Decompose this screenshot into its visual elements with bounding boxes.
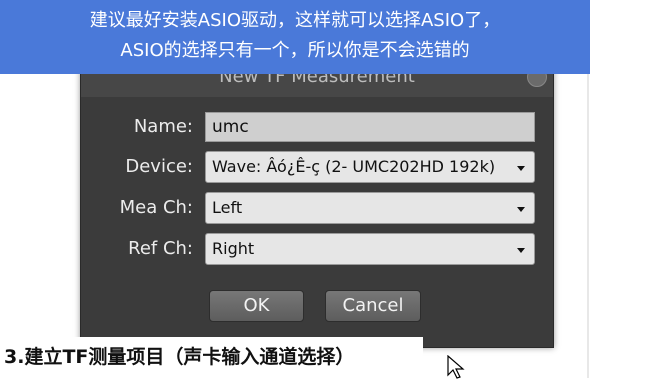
name-input[interactable]: umc — [205, 112, 535, 142]
mea-ch-value: Left — [212, 198, 243, 217]
mouse-cursor-icon — [447, 355, 465, 379]
device-value: Wave: Âó¿Ê-ç (2- UMC202HD 192k) — [212, 157, 496, 176]
name-label: Name: — [133, 116, 193, 137]
chevron-down-icon — [517, 207, 525, 212]
ref-ch-row: Ref Ch: Right — [81, 232, 553, 266]
ref-ch-select[interactable]: Right — [205, 233, 535, 265]
ref-ch-value: Right — [212, 239, 255, 258]
chevron-down-icon — [517, 248, 525, 253]
mea-ch-label: Mea Ch: — [119, 197, 193, 218]
new-tf-measurement-dialog: New TF Measurement Name: umc Device: Wav… — [80, 56, 554, 348]
cancel-button[interactable]: Cancel — [325, 290, 421, 322]
banner-line-2: ASIO的选择只有一个，所以你是不会选错的 — [120, 40, 470, 61]
mea-ch-select[interactable]: Left — [205, 192, 535, 224]
ok-button[interactable]: OK — [209, 290, 304, 322]
name-row: Name: umc — [81, 110, 553, 144]
device-select[interactable]: Wave: Âó¿Ê-ç (2- UMC202HD 192k) — [205, 151, 535, 183]
device-row: Device: Wave: Âó¿Ê-ç (2- UMC202HD 192k) — [81, 150, 553, 184]
step-caption: 3.建立TF测量项目（声卡输入通道选择） — [0, 337, 423, 378]
ref-ch-label: Ref Ch: — [128, 238, 193, 259]
mea-ch-row: Mea Ch: Left — [81, 191, 553, 225]
subtitle-banner: 建议最好安装ASIO驱动，这样就可以选择ASIO了， ASIO的选择只有一个，所… — [0, 0, 590, 74]
device-label: Device: — [125, 156, 193, 177]
banner-line-1: 建议最好安装ASIO驱动，这样就可以选择ASIO了， — [89, 10, 501, 31]
chevron-down-icon — [517, 166, 525, 171]
